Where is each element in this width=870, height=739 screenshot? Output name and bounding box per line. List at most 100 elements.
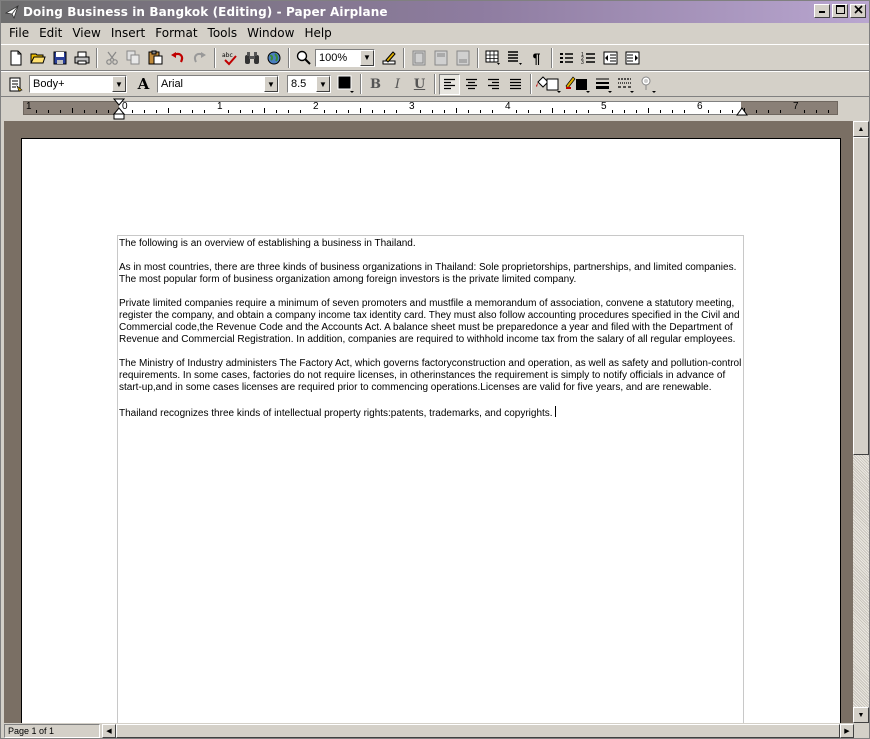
status-bar: Page 1 of 1 ◀ ▶ [1,723,869,738]
menu-view[interactable]: View [67,26,105,40]
maximize-icon [835,5,845,14]
document-page[interactable]: The following is an overview of establis… [21,138,841,723]
menu-help[interactable]: Help [299,26,336,40]
font-select[interactable]: Arial ▼ [157,75,279,93]
line-style-button[interactable] [615,74,636,95]
redo-icon [193,52,206,63]
style-select[interactable]: Body+ ▼ [29,75,127,93]
horizontal-scroll-thumb[interactable] [116,724,840,738]
ruler-tick [276,110,277,113]
text-color-button[interactable] [335,74,356,95]
print-button[interactable] [71,47,92,68]
ruler-tick [660,110,661,113]
menu-format[interactable]: Format [150,26,202,40]
align-center-button[interactable] [461,74,482,95]
paragraph[interactable]: As in most countries, there are three ki… [119,262,743,286]
ruler-tick [288,110,289,113]
horizontal-ruler[interactable]: 1 0 1 2 3 4 5 6 7 [1,98,869,120]
font-size-select[interactable]: 8.5 ▼ [287,75,331,93]
paragraph[interactable]: The following is an overview of establis… [119,238,743,250]
line-color-button[interactable] [564,74,592,95]
bold-icon: B [370,76,381,92]
decrease-indent-button[interactable] [600,47,621,68]
maximize-button[interactable] [832,4,848,18]
redo-button[interactable] [189,47,210,68]
bullets-button[interactable] [556,47,577,68]
vertical-scrollbar[interactable]: ▲ ▼ [853,121,869,723]
undo-button[interactable] [167,47,188,68]
web-globe-button[interactable] [263,47,284,68]
underline-button[interactable]: U [409,74,430,95]
save-button[interactable] [49,47,70,68]
chevron-down-icon[interactable]: ▼ [316,76,330,92]
chevron-down-icon[interactable]: ▼ [112,76,126,92]
paragraph-last[interactable]: Thailand recognizes three kinds of intel… [119,406,743,420]
zoom-icon-button[interactable] [293,47,314,68]
menu-edit[interactable]: Edit [34,26,67,40]
spell-check-button[interactable]: abc [219,47,240,68]
find-button[interactable] [241,47,262,68]
layout-frame-button-3[interactable] [452,47,473,68]
ruler-tick [768,110,769,113]
ruler-tick [528,110,529,113]
line-weight-button[interactable] [593,74,614,95]
bold-button[interactable]: B [365,74,386,95]
dash-style-icon [617,78,634,93]
insert-columns-button[interactable] [504,47,525,68]
document-workspace[interactable]: The following is an overview of establis… [4,121,853,723]
paste-button[interactable] [145,47,166,68]
bullet-list-icon [560,52,573,63]
first-line-indent-marker[interactable] [113,98,125,120]
italic-button[interactable]: I [387,74,408,95]
scroll-thumb[interactable] [853,137,869,455]
menu-tools[interactable]: Tools [203,26,243,40]
show-formatting-button[interactable]: ¶ [526,47,547,68]
toolbar-separator [403,47,405,68]
chevron-down-icon[interactable]: ▼ [264,76,278,92]
increase-indent-button[interactable] [622,47,643,68]
arrow-left-icon: ◀ [106,728,112,735]
align-right-button[interactable] [483,74,504,95]
menu-file[interactable]: File [4,26,34,40]
draw-button[interactable] [378,47,399,68]
new-document-button[interactable] [5,47,26,68]
close-button[interactable] [850,4,866,18]
minimize-button[interactable] [814,4,830,18]
title-bar[interactable]: Doing Business in Bangkok (Editing) - Pa… [1,1,869,23]
cut-button[interactable] [101,47,122,68]
ruler-tick [480,110,481,113]
styles-button[interactable] [5,74,26,95]
scroll-down-button[interactable]: ▼ [853,707,869,723]
align-center-icon [466,78,477,90]
shadow-button[interactable] [637,74,658,95]
font-dialog-button[interactable]: A [133,74,154,95]
ruler-tick [564,110,565,113]
justify-button[interactable] [505,74,526,95]
toolbar-separator [551,47,553,68]
layout-frame-button-1[interactable] [408,47,429,68]
paragraph[interactable]: The Ministry of Industry administers The… [119,358,743,394]
zoom-select[interactable]: 100% ▼ [315,48,375,67]
text-frame[interactable]: The following is an overview of establis… [117,235,744,723]
open-button[interactable] [27,47,48,68]
menu-window[interactable]: Window [242,26,299,40]
scroll-left-button[interactable]: ◀ [102,724,116,738]
insert-table-button[interactable] [482,47,503,68]
page-indicator: Page 1 of 1 [4,723,100,738]
scroll-right-button[interactable]: ▶ [840,724,854,738]
copy-button[interactable] [123,47,144,68]
binoculars-icon [244,51,259,64]
layout-frame-button-2[interactable] [430,47,451,68]
underline-icon: U [413,76,426,92]
menu-insert[interactable]: Insert [106,26,150,40]
horizontal-scrollbar[interactable]: ◀ ▶ [102,724,854,738]
fill-color-button[interactable] [535,74,563,95]
numbering-button[interactable]: 123 [578,47,599,68]
chevron-down-icon[interactable]: ▼ [360,49,374,66]
paragraph[interactable]: Private limited companies require a mini… [119,298,743,346]
right-indent-marker[interactable] [736,106,748,116]
scroll-up-button[interactable]: ▲ [853,121,869,137]
toolbar-separator [360,74,362,94]
zoom-value: 100% [319,51,348,64]
align-left-button[interactable] [439,73,460,95]
